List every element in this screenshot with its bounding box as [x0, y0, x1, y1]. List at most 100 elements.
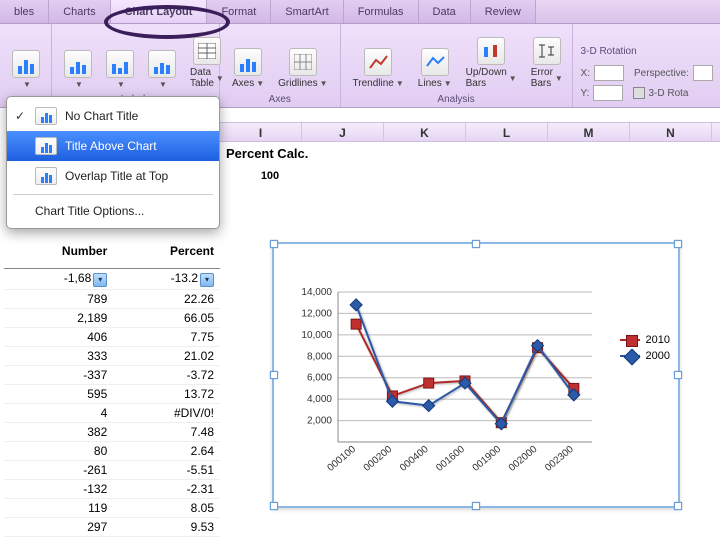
chart-icon: [35, 167, 57, 185]
legend-button[interactable]: ▼: [102, 47, 138, 92]
table-row[interactable]: 78922.26: [4, 289, 220, 308]
header-value-cell[interactable]: 100: [220, 166, 320, 188]
filter-icon[interactable]: ▾: [93, 273, 107, 287]
tab-review[interactable]: Review: [471, 0, 536, 23]
error-bars-icon: [533, 37, 561, 65]
table-row[interactable]: 33321.02: [4, 346, 220, 365]
chart-icon: [35, 137, 57, 155]
table-row[interactable]: 2979.53: [4, 517, 220, 536]
axes-button[interactable]: Axes▼: [228, 45, 268, 92]
menu-no-chart-title[interactable]: ✓ No Chart Title: [7, 101, 219, 131]
col-number[interactable]: Number: [4, 240, 113, 269]
chevron-down-icon: ▼: [320, 79, 328, 88]
header-row: Percent Calc.: [220, 142, 320, 166]
axis-titles-button[interactable]: ▼: [60, 47, 96, 92]
svg-text:002000: 002000: [507, 444, 540, 474]
lines-icon: [421, 48, 449, 76]
colhead-I[interactable]: I: [220, 123, 302, 141]
trendline-button[interactable]: Trendline▼: [349, 45, 408, 92]
chart-plot: 2,0004,0006,0008,00010,00012,00014,00000…: [282, 252, 674, 502]
chevron-down-icon: ▼: [509, 74, 517, 83]
svg-text:002300: 002300: [543, 444, 576, 474]
updown-bars-button[interactable]: Up/Down Bars▼: [462, 34, 521, 92]
colhead-K[interactable]: K: [384, 123, 466, 141]
perspective-input[interactable]: [693, 65, 713, 81]
button-label: Axes: [232, 78, 254, 89]
svg-text:2,000: 2,000: [307, 416, 332, 427]
table-row[interactable]: -132-2.31: [4, 479, 220, 498]
ribbon-tabs: bles Charts Chart Layout Format SmartArt…: [0, 0, 720, 24]
menu-separator: [13, 194, 213, 195]
tab-tables[interactable]: bles: [0, 0, 49, 23]
resize-handle[interactable]: [674, 502, 682, 510]
resize-handle[interactable]: [270, 240, 278, 248]
resize-handle[interactable]: [270, 502, 278, 510]
button-label: Lines: [418, 78, 442, 89]
table-row[interactable]: -337-3.72: [4, 365, 220, 384]
colhead-L[interactable]: L: [466, 123, 548, 141]
chevron-down-icon: ▼: [117, 80, 125, 89]
menu-chart-title-options[interactable]: Chart Title Options...: [7, 198, 219, 224]
button-label: Trendline: [353, 78, 394, 89]
chart-title-button[interactable]: ▼: [8, 47, 44, 92]
resize-handle[interactable]: [674, 240, 682, 248]
group-title-axes: Axes: [228, 94, 332, 105]
svg-text:10,000: 10,000: [301, 330, 332, 341]
resize-handle[interactable]: [472, 240, 480, 248]
tab-smartart[interactable]: SmartArt: [271, 0, 343, 23]
table-row[interactable]: -1,68▾-13.2▾: [4, 269, 220, 290]
chart-icon: [234, 48, 262, 76]
lines-button[interactable]: Lines▼: [414, 45, 456, 92]
table-row[interactable]: 4067.75: [4, 327, 220, 346]
button-label: Gridlines: [278, 78, 317, 89]
chevron-down-icon: ▼: [256, 79, 264, 88]
grid-icon: [289, 48, 317, 76]
rotate-label: 3-D Rota: [648, 88, 688, 99]
table-row[interactable]: -261-5.51: [4, 460, 220, 479]
updown-icon: [477, 37, 505, 65]
table-row[interactable]: 59513.72: [4, 384, 220, 403]
data-labels-button[interactable]: ▼: [144, 47, 180, 92]
svg-text:000400: 000400: [398, 444, 431, 474]
button-label: Data Table: [190, 67, 214, 89]
table-row[interactable]: 2888.29: [4, 536, 220, 540]
table-row[interactable]: 1198.05: [4, 498, 220, 517]
error-bars-button[interactable]: Error Bars▼: [527, 34, 567, 92]
tab-chart-layout[interactable]: Chart Layout: [111, 0, 208, 23]
table-row[interactable]: 2,18966.05: [4, 308, 220, 327]
table-row[interactable]: 802.64: [4, 441, 220, 460]
svg-text:001900: 001900: [471, 444, 504, 474]
menu-overlap-title[interactable]: Overlap Title at Top: [7, 161, 219, 191]
x-rotation-input[interactable]: [594, 65, 624, 81]
colhead-M[interactable]: M: [548, 123, 630, 141]
gridlines-button[interactable]: Gridlines▼: [274, 45, 331, 92]
embedded-chart[interactable]: 2010 2000 2,0004,0006,0008,00010,00012,0…: [272, 242, 680, 508]
menu-label: Chart Title Options...: [35, 204, 144, 218]
tab-format[interactable]: Format: [207, 0, 271, 23]
tab-formulas[interactable]: Formulas: [344, 0, 419, 23]
menu-label: Overlap Title at Top: [65, 169, 168, 183]
value-row: 100: [220, 166, 320, 188]
data-table: Number Percent -1,68▾-13.2▾78922.262,189…: [4, 240, 220, 540]
col-percent[interactable]: Percent: [113, 240, 220, 269]
colhead-N[interactable]: N: [630, 123, 712, 141]
tab-charts[interactable]: Charts: [49, 0, 110, 23]
table-row[interactable]: 3827.48: [4, 422, 220, 441]
y-rotation-input[interactable]: [593, 85, 623, 101]
chevron-down-icon: ▼: [23, 80, 31, 89]
svg-text:14,000: 14,000: [301, 287, 332, 298]
resize-handle[interactable]: [674, 371, 682, 379]
button-label: Up/Down Bars: [466, 67, 507, 89]
trendline-icon: [364, 48, 392, 76]
resize-handle[interactable]: [472, 502, 480, 510]
chart-title-dropdown: ✓ No Chart Title Title Above Chart Overl…: [6, 96, 220, 229]
chevron-down-icon: ▼: [75, 80, 83, 89]
header-cell[interactable]: Percent Calc.: [220, 142, 320, 166]
table-row[interactable]: 4#DIV/0!: [4, 403, 220, 422]
colhead-J[interactable]: J: [302, 123, 384, 141]
tab-data[interactable]: Data: [419, 0, 471, 23]
x-label: X:: [581, 68, 590, 79]
filter-icon[interactable]: ▾: [200, 273, 214, 287]
resize-handle[interactable]: [270, 371, 278, 379]
menu-title-above-chart[interactable]: Title Above Chart: [7, 131, 219, 161]
